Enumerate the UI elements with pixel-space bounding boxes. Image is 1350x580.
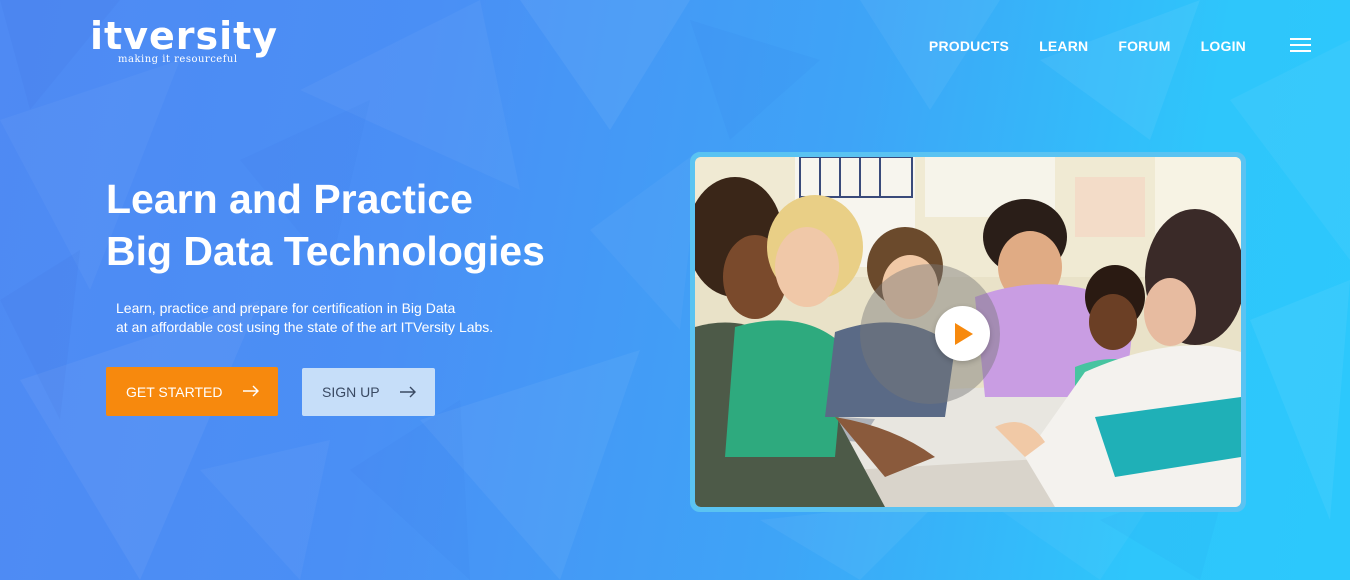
video-card[interactable] [690,152,1246,512]
hero-subtitle: Learn, practice and prepare for certific… [116,299,493,337]
nav-item-products[interactable]: PRODUCTS [929,38,1009,54]
logo-wordmark: itversity [90,14,279,58]
main-nav: PRODUCTS LEARN FORUM LOGIN [929,38,1246,54]
sign-up-button[interactable]: SIGN UP [302,368,435,416]
hero-title: Learn and Practice Big Data Technologies [106,173,545,277]
arrow-right-icon [243,385,259,397]
hero-title-line-2: Big Data Technologies [106,228,545,274]
logo[interactable]: itversity making it resourceful [90,16,278,65]
play-icon [955,323,973,345]
hamburger-menu-icon[interactable] [1290,38,1311,53]
get-started-label: GET STARTED [126,383,223,400]
hero-subtitle-line-1: Learn, practice and prepare for certific… [116,300,456,316]
get-started-button[interactable]: GET STARTED [106,367,278,416]
hero-title-line-1: Learn and Practice [106,176,473,222]
sign-up-label: SIGN UP [322,384,380,400]
nav-item-learn[interactable]: LEARN [1039,38,1088,54]
nav-item-login[interactable]: LOGIN [1201,38,1246,54]
hero-subtitle-line-2: at an affordable cost using the state of… [116,319,494,335]
nav-item-forum[interactable]: FORUM [1118,38,1170,54]
arrow-right-icon [400,386,416,398]
play-button[interactable] [935,306,990,361]
